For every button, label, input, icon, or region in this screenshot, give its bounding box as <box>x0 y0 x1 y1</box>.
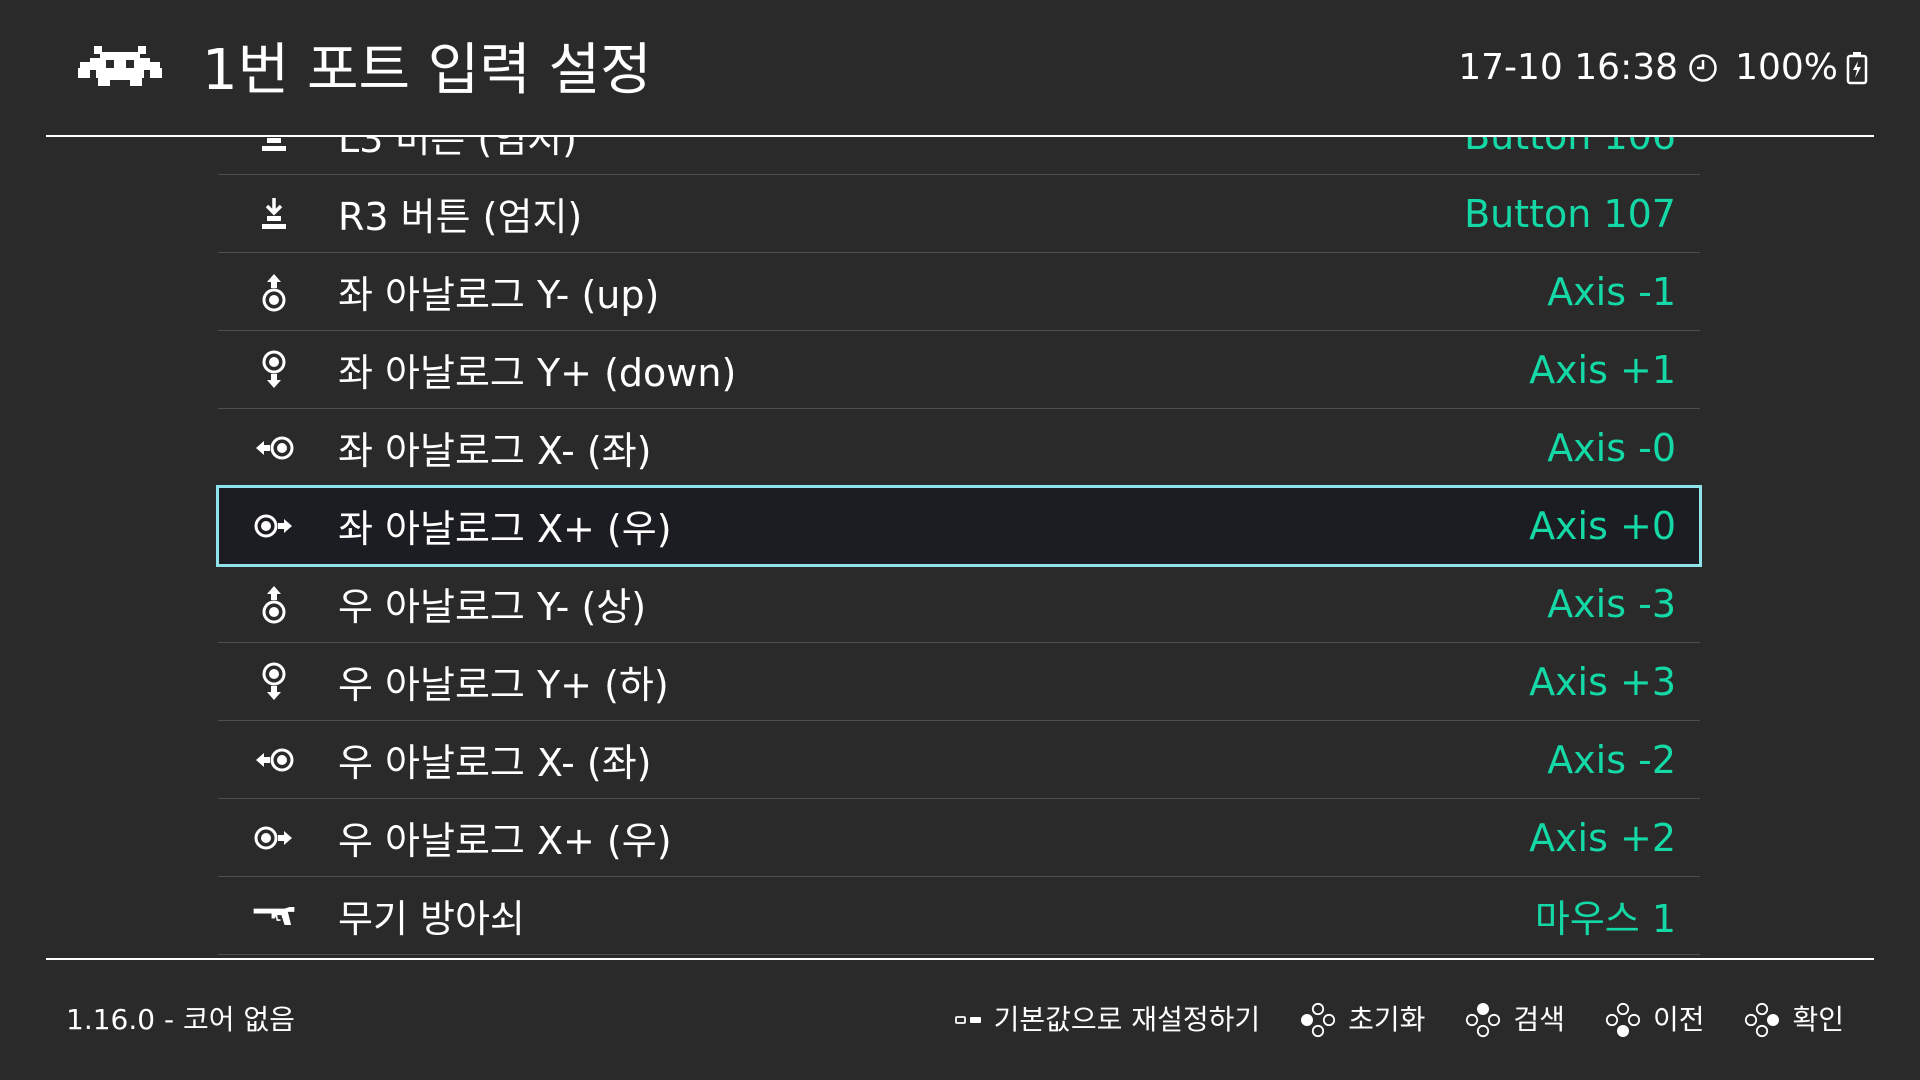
lightgun-icon <box>252 894 296 938</box>
hint-3[interactable]: 검색 <box>1463 1000 1565 1040</box>
input-settings-screen: 1번 포트 입력 설정 17-10 16:38 100% L3 버튼 (엄지) B… <box>0 0 1920 1080</box>
retroarch-invader-logo <box>78 46 162 86</box>
stick-left-icon <box>252 738 296 782</box>
battery-status: 100% <box>1735 46 1868 90</box>
list-item-label: 우 아날로그 X+ (우) <box>338 819 672 863</box>
list-item-value: Axis +2 <box>1529 815 1676 860</box>
list-item-value: Axis +0 <box>1529 503 1676 548</box>
version-info: 1.16.0 - 코어 없음 <box>66 1003 295 1036</box>
face-buttons-right-icon <box>1742 1002 1782 1038</box>
list-item-label: 좌 아날로그 Y+ (down) <box>338 351 737 395</box>
list-item[interactable]: 좌 아날로그 Y- (up) Axis -1 <box>218 253 1700 331</box>
select-button-icon <box>954 1002 984 1038</box>
stick-press-icon <box>252 192 296 236</box>
hint-1[interactable]: 기본값으로 재설정하기 <box>954 1000 1261 1040</box>
clock: 17-10 16:38 <box>1458 46 1718 90</box>
list-item[interactable]: 우 아날로그 Y- (상) Axis -3 <box>218 565 1700 643</box>
hint-label: 이전 <box>1652 1003 1705 1036</box>
clock-icon <box>1689 54 1717 82</box>
list-item-label: 우 아날로그 Y- (상) <box>338 585 647 629</box>
list-item-label: 우 아날로그 Y+ (하) <box>338 663 669 707</box>
list-item-label: 좌 아날로그 X+ (우) <box>338 507 672 551</box>
list-item-value: Button 107 <box>1464 191 1676 236</box>
list-item-label: 좌 아날로그 X- (좌) <box>338 429 652 473</box>
hint-label: 기본값으로 재설정하기 <box>993 1003 1261 1036</box>
list-item-value: 마우스 1 <box>1534 897 1676 941</box>
list-item[interactable]: 무기 방아쇠 마우스 1 <box>218 877 1700 955</box>
stick-up-icon <box>252 270 296 314</box>
list-item[interactable]: 좌 아날로그 X- (좌) Axis -0 <box>218 409 1700 487</box>
stick-right-icon <box>252 504 296 548</box>
hint-label: 초기화 <box>1348 1003 1426 1036</box>
footer-divider <box>46 958 1874 960</box>
hint-label: 확인 <box>1792 1003 1844 1036</box>
face-buttons-bottom-icon <box>1603 1002 1643 1038</box>
stick-left-icon <box>252 426 296 470</box>
stick-right-icon <box>252 816 296 860</box>
bindings-list-viewport[interactable]: L3 버튼 (엄지) Button 106 R3 버튼 (엄지) Button 107… <box>0 137 1920 957</box>
header: 1번 포트 입력 설정 17-10 16:38 100% <box>0 0 1920 136</box>
list-item-label: L3 버튼 (엄지) <box>338 137 577 161</box>
list-item[interactable]: 우 아날로그 X+ (우) Axis +2 <box>218 799 1700 877</box>
list-item-value: Axis -0 <box>1547 425 1676 470</box>
list-item-value: Axis -3 <box>1547 581 1676 626</box>
battery-charging-icon <box>1846 52 1868 85</box>
stick-down-icon <box>252 660 296 704</box>
bindings-list: L3 버튼 (엄지) Button 106 R3 버튼 (엄지) Button 107… <box>216 137 1702 955</box>
list-item[interactable]: R3 버튼 (엄지) Button 107 <box>218 175 1700 253</box>
face-buttons-left-icon <box>1298 1002 1338 1038</box>
list-item[interactable]: 우 아날로그 X- (좌) Axis -2 <box>218 721 1700 799</box>
list-item-value: Axis -1 <box>1547 269 1676 314</box>
button-hints: 기본값으로 재설정하기 초기화 검색 이전 확인 <box>916 1000 1844 1040</box>
list-item-value: Button 106 <box>1464 137 1676 158</box>
stick-up-icon <box>252 582 296 626</box>
list-item-value: Axis -2 <box>1547 737 1676 782</box>
page-title: 1번 포트 입력 설정 <box>202 38 652 103</box>
datetime-text: 17-10 16:38 <box>1458 47 1678 88</box>
list-item[interactable]: 좌 아날로그 X+ (우) Axis +0 <box>216 485 1702 567</box>
stick-down-icon <box>252 348 296 392</box>
face-buttons-top-icon <box>1463 1002 1503 1038</box>
hint-label: 검색 <box>1513 1003 1565 1036</box>
list-item-label: R3 버튼 (엄지) <box>338 195 583 239</box>
stick-press-icon <box>252 137 296 158</box>
battery-level: 100% <box>1735 47 1838 88</box>
list-item-label: 우 아날로그 X- (좌) <box>338 741 652 785</box>
hint-5[interactable]: 확인 <box>1742 1000 1844 1040</box>
list-item-value: Axis +3 <box>1529 659 1676 704</box>
hint-4[interactable]: 이전 <box>1603 1000 1705 1040</box>
list-item[interactable]: 우 아날로그 Y+ (하) Axis +3 <box>218 643 1700 721</box>
list-item-label: 무기 방아쇠 <box>338 897 525 941</box>
hint-2[interactable]: 초기화 <box>1298 1000 1425 1040</box>
list-item-value: Axis +1 <box>1529 347 1676 392</box>
list-item-label: 좌 아날로그 Y- (up) <box>338 273 660 317</box>
list-item[interactable]: L3 버튼 (엄지) Button 106 <box>218 137 1700 175</box>
list-item[interactable]: 좌 아날로그 Y+ (down) Axis +1 <box>218 331 1700 409</box>
